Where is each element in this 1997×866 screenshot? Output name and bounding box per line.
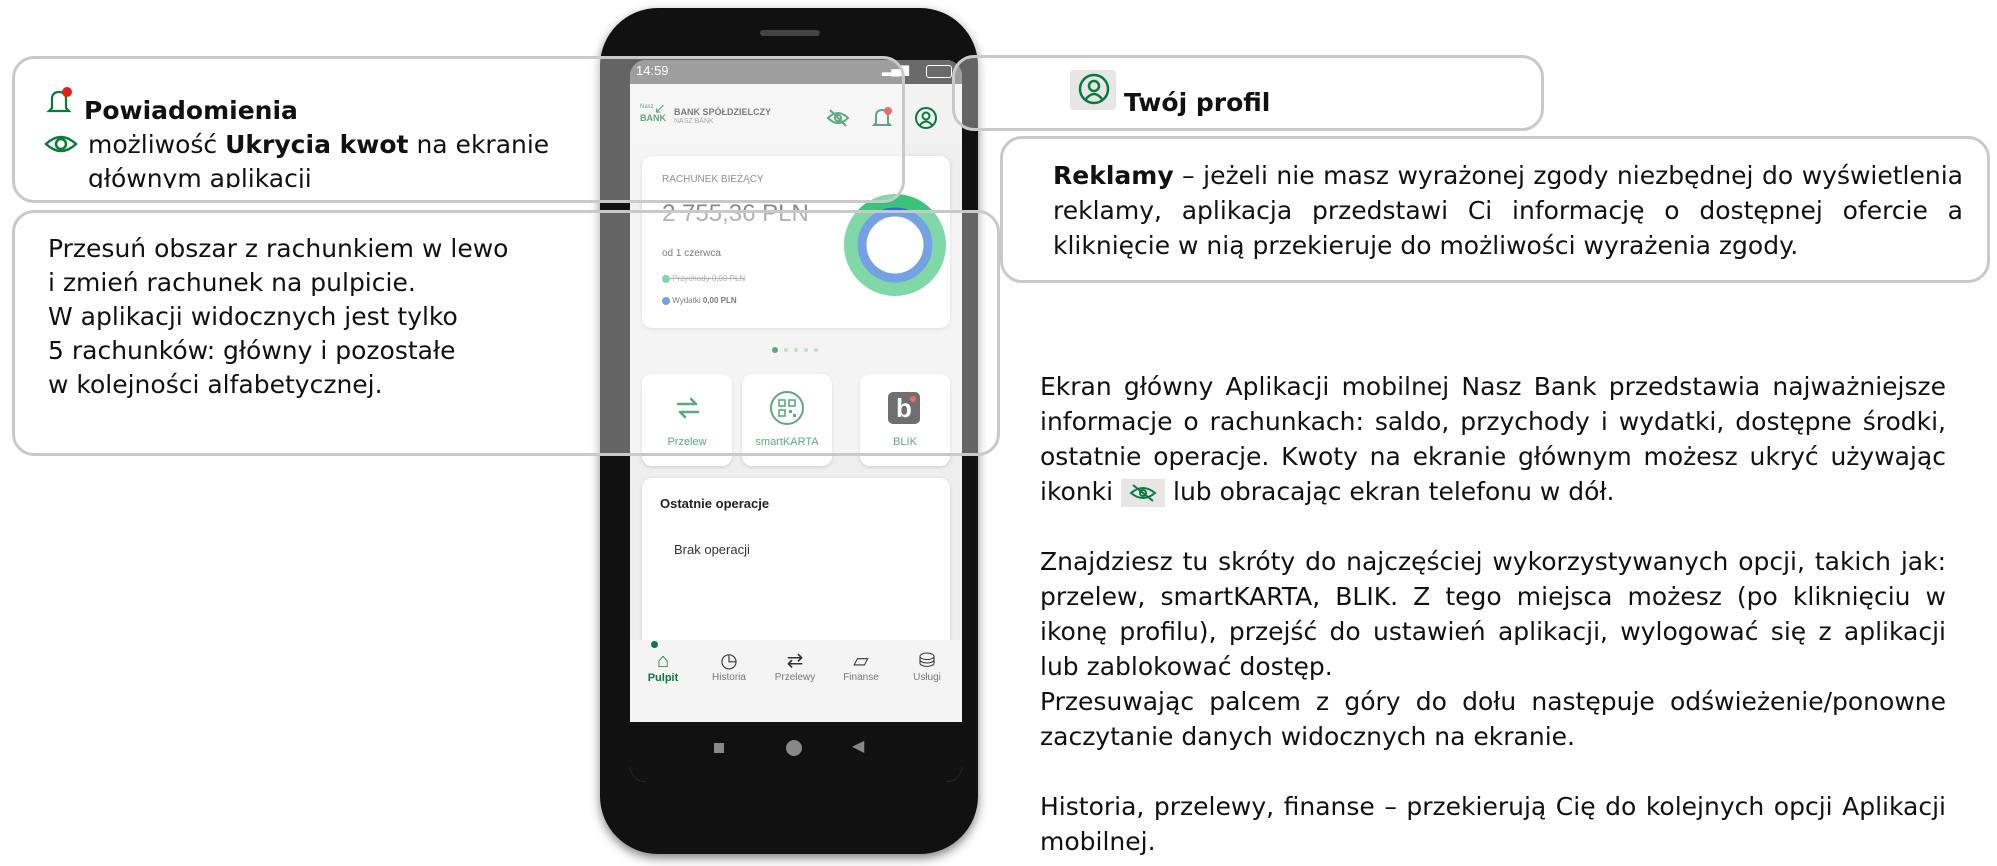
recent-operations-title: Ostatnie operacje (660, 496, 770, 511)
description-paragraph-2: Znajdziesz tu skróty do najczęściej wyko… (1040, 547, 1946, 681)
system-nav-bar: ◀ (630, 722, 962, 782)
back-button[interactable]: ◀ (852, 736, 864, 756)
earpiece (760, 30, 820, 36)
tab-uslugi[interactable]: ⛁ Usługi (894, 650, 960, 683)
finance-icon: ▱ (853, 650, 869, 672)
ads-text: Reklamy – jeżeli nie masz wyrażonej zgod… (1053, 161, 1963, 260)
tab-historia[interactable]: ◷ Historia (696, 650, 762, 683)
history-icon: ◷ (720, 650, 738, 672)
profile-icon[interactable] (914, 106, 938, 130)
battery-icon (926, 65, 952, 78)
notifications-title: Powiadomienia (84, 96, 298, 125)
hide-amounts-text: możliwość Ukrycia kwot na ekranie (88, 130, 550, 159)
description-paragraph-4: Historia, przelewy, finanse – przekieruj… (1040, 792, 1946, 856)
eye-icon (44, 135, 78, 153)
description-paragraph-1: Ekran główny Aplikacji mobilnej Nasz Ban… (1040, 372, 1946, 507)
description: Ekran główny Aplikacji mobilnej Nasz Ban… (1040, 369, 1946, 859)
profile-title: Twój profil (1124, 88, 1271, 117)
description-paragraph-3: Przesuwając palcem z góry do dołu następ… (1040, 687, 1946, 751)
transfers-icon: ⇄ (786, 650, 804, 672)
services-icon: ⛁ (918, 650, 936, 672)
recent-operations-empty: Brak operacji (674, 542, 750, 557)
tab-finanse[interactable]: ▱ Finanse (828, 650, 894, 683)
hide-amounts-icon (1121, 479, 1166, 507)
hide-amounts-text-line2: głównym aplikacji (88, 164, 312, 188)
home-icon: ⌂ (656, 650, 670, 672)
notifications-bell-icon (46, 87, 72, 113)
swipe-text: Przesuń obszar z rachunkiem w lewo i zmi… (48, 234, 509, 399)
tab-pulpit[interactable]: ⌂ Pulpit (630, 650, 696, 684)
recents-button[interactable] (714, 743, 724, 753)
active-tab-dot (651, 641, 658, 648)
home-button[interactable] (786, 740, 802, 756)
profile-icon (1078, 73, 1110, 105)
tab-przelewy[interactable]: ⇄ Przelewy (762, 650, 828, 683)
hide-amounts-line2-clip: głównym aplikacji (88, 162, 312, 188)
